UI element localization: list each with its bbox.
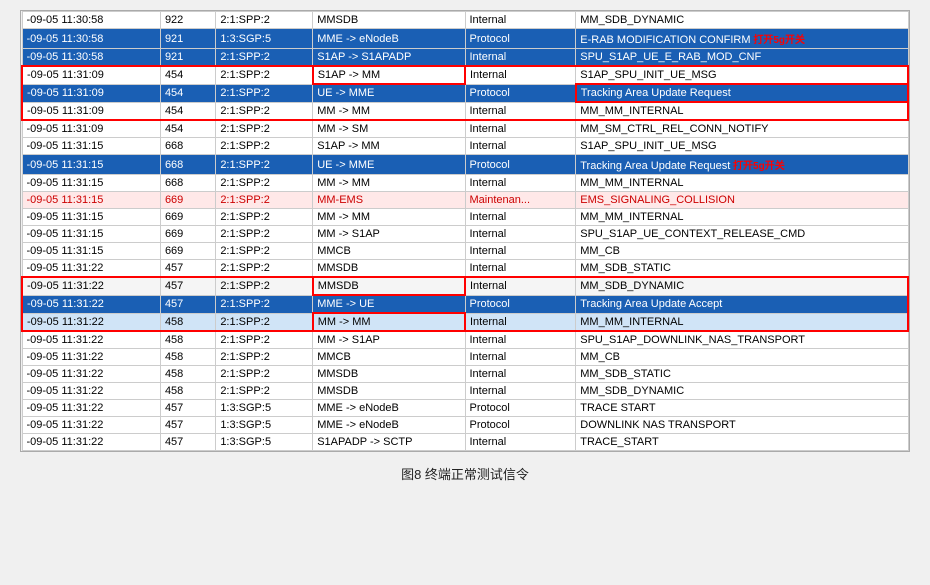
table-row: -09-05 11:31:224572:1:SPP:2MMSDBInternal… — [22, 260, 908, 278]
table-row: -09-05 11:31:156692:1:SPP:2MMCBInternalM… — [22, 243, 908, 260]
figure-caption: 图8 终端正常测试信令 — [401, 464, 529, 483]
table-row: -09-05 11:31:224572:1:SPP:2MMSDBInternal… — [22, 277, 908, 295]
table-row: -09-05 11:30:589212:1:SPP:2S1AP -> S1APA… — [22, 49, 908, 67]
table-row: -09-05 11:31:224572:1:SPP:2MME -> UEProt… — [22, 295, 908, 313]
table-row: -09-05 11:31:224582:1:SPP:2MM -> MMInter… — [22, 313, 908, 331]
table-row: -09-05 11:30:589222:1:SPP:2MMSDBInternal… — [22, 12, 908, 29]
table-row: -09-05 11:30:589211:3:SGP:5MME -> eNodeB… — [22, 29, 908, 49]
table-row: -09-05 11:31:156682:1:SPP:2MM -> MMInter… — [22, 175, 908, 192]
table-row: -09-05 11:31:224582:1:SPP:2MMCBInternalM… — [22, 349, 908, 366]
table-row: -09-05 11:31:224582:1:SPP:2MMSDBInternal… — [22, 366, 908, 383]
table-row: -09-05 11:31:156692:1:SPP:2MM-EMSMainten… — [22, 192, 908, 209]
table-row: -09-05 11:31:156682:1:SPP:2UE -> MMEProt… — [22, 155, 908, 175]
table-row: -09-05 11:31:224571:3:SGP:5MME -> eNodeB… — [22, 417, 908, 434]
table-row: -09-05 11:31:156692:1:SPP:2MM -> S1APInt… — [22, 226, 908, 243]
table-row: -09-05 11:31:224582:1:SPP:2MM -> S1APInt… — [22, 331, 908, 349]
table-row: -09-05 11:31:094542:1:SPP:2MM -> MMInter… — [22, 102, 908, 120]
table-row: -09-05 11:31:094542:1:SPP:2UE -> MMEProt… — [22, 84, 908, 102]
caption-text: 图8 终端正常测试信令 — [401, 467, 529, 482]
table-row: -09-05 11:31:094542:1:SPP:2S1AP -> MMInt… — [22, 66, 908, 84]
table-row: -09-05 11:31:156692:1:SPP:2MM -> MMInter… — [22, 209, 908, 226]
table-row: -09-05 11:31:224571:3:SGP:5MME -> eNodeB… — [22, 400, 908, 417]
table-row: -09-05 11:31:094542:1:SPP:2MM -> SMInter… — [22, 120, 908, 138]
table-row: -09-05 11:31:156682:1:SPP:2S1AP -> MMInt… — [22, 138, 908, 155]
table-row: -09-05 11:31:224582:1:SPP:2MMSDBInternal… — [22, 383, 908, 400]
signal-table: -09-05 11:30:589222:1:SPP:2MMSDBInternal… — [20, 10, 910, 452]
table-row: -09-05 11:31:224571:3:SGP:5S1APADP -> SC… — [22, 434, 908, 451]
